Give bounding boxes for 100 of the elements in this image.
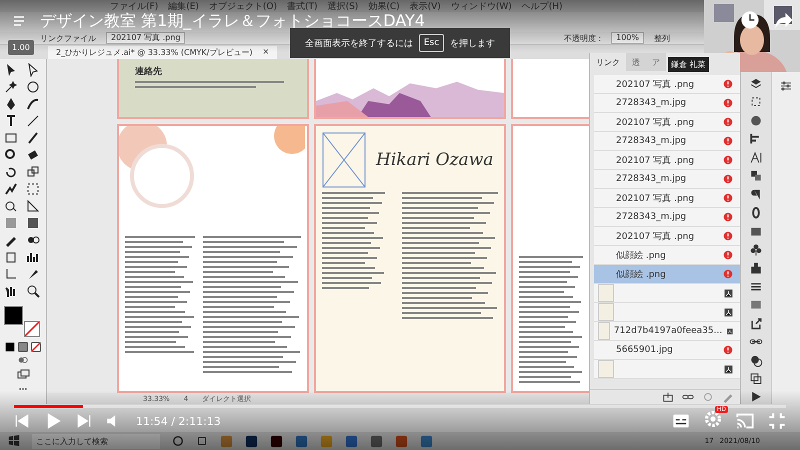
menu-item[interactable]: 編集(E)	[168, 0, 199, 12]
link-name: 202107 写真 .png	[615, 154, 696, 166]
panel-icon[interactable]	[749, 372, 763, 386]
app-icon[interactable]	[370, 434, 383, 448]
tool-icon[interactable]	[4, 267, 18, 281]
search-field[interactable]: ここに入力して検索	[32, 434, 160, 448]
panel-icon[interactable]	[749, 242, 763, 256]
app-icon[interactable]	[420, 434, 433, 448]
video-time: 11:54 / 2:11:13	[136, 414, 221, 428]
link-row[interactable]: 2728343_m.jpg	[594, 132, 740, 151]
link-row[interactable]: 202107 写真 .png	[594, 75, 740, 94]
tool-icon[interactable]	[4, 250, 18, 264]
tool-icon[interactable]	[4, 97, 18, 111]
opacity-label: 不透明度 :	[564, 32, 602, 44]
settings-icon[interactable]	[704, 410, 722, 428]
align-link[interactable]: 整列	[654, 32, 670, 44]
properties-icon[interactable]	[779, 79, 793, 93]
document-tab[interactable]: 2_ひかりレジュメ.ai* @ 33.33% (CMYK/プレビュー) ×	[48, 46, 278, 59]
gradient-mode-icon[interactable]	[18, 342, 28, 352]
link-row[interactable]: 似顔絵 .png	[594, 246, 740, 265]
link-row[interactable]: 202107 写真 .png	[594, 151, 740, 170]
app-icon[interactable]	[270, 434, 283, 448]
share-icon[interactable]	[774, 10, 794, 30]
fill-swatch[interactable]	[4, 306, 23, 325]
tool-icon[interactable]	[26, 131, 40, 145]
cortana-icon[interactable]	[172, 435, 184, 447]
none-mode-icon[interactable]	[31, 342, 41, 352]
panel-tab[interactable]: 透	[626, 53, 646, 71]
panel-icon[interactable]	[749, 316, 763, 330]
tool-icon[interactable]	[4, 284, 18, 298]
tool-icon[interactable]	[26, 80, 40, 94]
next-icon[interactable]	[76, 413, 92, 429]
windows-icon[interactable]	[8, 435, 20, 447]
panel-icon[interactable]	[749, 206, 763, 220]
panel-icon[interactable]	[749, 150, 763, 164]
tool-icon[interactable]	[26, 182, 40, 196]
cast-icon[interactable]	[736, 412, 754, 430]
task-view-icon[interactable]	[196, 435, 208, 447]
subtitles-icon[interactable]	[672, 412, 690, 430]
stroke-swatch[interactable]	[24, 321, 40, 337]
menu-item[interactable]: ヘルプ(H)	[522, 0, 563, 12]
panel-icon[interactable]	[749, 114, 763, 128]
tool-icon[interactable]	[26, 63, 40, 77]
relink-icon[interactable]	[662, 391, 674, 403]
exit-fullscreen-icon[interactable]	[768, 412, 786, 430]
speed-badge: 1.00	[8, 40, 34, 55]
tool-icon[interactable]	[4, 148, 18, 162]
link-name: 2728343_m.jpg	[615, 98, 688, 108]
watch-later-icon[interactable]	[740, 10, 760, 30]
panel-icon[interactable]	[749, 354, 763, 367]
tool-icon[interactable]	[4, 131, 18, 145]
tool-icon[interactable]	[26, 250, 40, 264]
close-tab-button[interactable]: ×	[262, 47, 270, 58]
link-row[interactable]: 202107 写真 .png	[594, 227, 740, 246]
opacity-field[interactable]: 100%	[611, 32, 644, 44]
link-name: 202107 写真 .png	[615, 230, 696, 242]
link-name: 2728343_m.jpg	[615, 174, 688, 184]
tool-icon[interactable]	[4, 114, 18, 128]
link-row[interactable]: 似顔絵 .png	[594, 265, 740, 284]
tool-icon[interactable]	[26, 216, 40, 230]
tool-icon[interactable]	[4, 182, 18, 196]
tool-icon[interactable]	[26, 199, 40, 213]
app-icon[interactable]	[245, 434, 258, 448]
panel-tab[interactable]: ア	[646, 53, 666, 71]
link-row[interactable]: 202107 写真 .png	[594, 113, 740, 132]
menu-item[interactable]: オブジェクト(O)	[208, 0, 278, 12]
app-icon[interactable]	[295, 434, 308, 448]
panel-icon[interactable]	[749, 169, 763, 183]
link-row[interactable]: 2728343_m.jpg	[594, 94, 740, 113]
previous-icon[interactable]	[14, 413, 30, 429]
presenter-name-tag: 鎌倉 礼菜	[668, 57, 709, 72]
panel-icon[interactable]	[749, 95, 763, 109]
file-name-field[interactable]: 202107 写真 .png	[106, 32, 186, 44]
link-name: 5665901.jpg	[615, 345, 674, 355]
panel-icon[interactable]	[749, 261, 763, 275]
menu-item[interactable]: ウィンドウ(W)	[450, 0, 512, 12]
link-name: 202107 写真 .png	[615, 78, 696, 90]
app-icon[interactable]	[345, 434, 358, 448]
panel-icon[interactable]	[749, 77, 763, 90]
link-row[interactable]: 2728343_m.jpg	[594, 208, 740, 227]
tool-icon[interactable]	[26, 165, 40, 179]
video-title: デザイン教室 第1期_イラレ＆フォトショコースDAY4	[40, 11, 425, 31]
tool-icon[interactable]	[26, 284, 40, 298]
app-icon[interactable]	[395, 434, 408, 448]
link-row[interactable]: 712d7b4197a0feea35...	[594, 322, 740, 341]
tool-icon[interactable]	[4, 165, 18, 179]
resume-name: Hikari Ozawa	[376, 150, 494, 170]
esc-key: Esc	[418, 34, 444, 52]
panel-icon[interactable]	[749, 188, 763, 202]
link-row[interactable]: 5665901.jpg	[594, 341, 740, 360]
link-name: 似顔絵 .png	[615, 250, 667, 262]
link-row[interactable]: 2728343_m.jpg	[594, 170, 740, 189]
notice-text: 全画面表示を終了するには	[304, 38, 413, 50]
link-row[interactable]: 202107 写真 .png	[594, 189, 740, 208]
tool-icon[interactable]	[26, 114, 40, 128]
tool-icon[interactable]	[4, 199, 18, 213]
tool-icon[interactable]	[26, 97, 40, 111]
tool-icon[interactable]	[26, 267, 40, 281]
color-mode-icon[interactable]	[5, 342, 15, 352]
tool-icon[interactable]	[4, 80, 18, 94]
